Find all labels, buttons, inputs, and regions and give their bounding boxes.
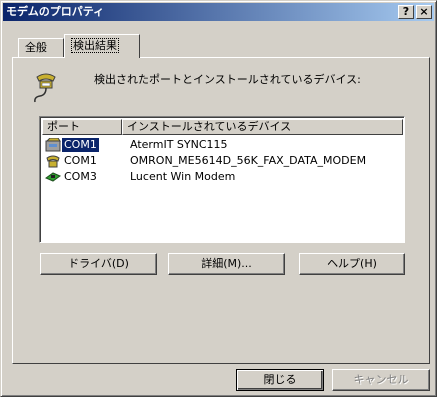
window-title: モデムのプロパティ (6, 5, 105, 18)
row-device: Lucent Win Modem (130, 170, 236, 183)
tab-detection-results[interactable]: 検出結果 (64, 34, 140, 58)
device-list[interactable]: ポート インストールされているデバイス COM1 AtermIT SYNC115… (39, 116, 405, 243)
details-button[interactable]: 詳細(M)... (168, 253, 285, 275)
close-window-button[interactable]: × (416, 5, 432, 19)
tab-general-label: 全般 (25, 41, 47, 54)
detection-heading: 検出されたポートとインストールされているデバイス: (94, 73, 361, 86)
pci-card-icon (45, 172, 61, 182)
help-button[interactable]: ? (398, 5, 414, 19)
modem-properties-dialog: モデムのプロパティ ? × 全般 検出結果 検出されたポートとインストールされて… (0, 0, 437, 397)
row-device: AtermIT SYNC115 (130, 138, 228, 151)
phone-modem-icon (34, 73, 56, 103)
tab-detection-results-label: 検出結果 (71, 38, 119, 53)
row-device: OMRON_ME5614D_56K_FAX_DATA_MODEM (130, 154, 367, 167)
row-port: COM1 (62, 138, 99, 152)
close-button[interactable]: 閉じる (236, 369, 324, 391)
phone-modem-icon (46, 155, 60, 168)
list-header: ポート インストールされているデバイス (42, 119, 403, 135)
list-item[interactable]: COM1 AtermIT SYNC115 (42, 138, 403, 153)
list-item[interactable]: COM1 OMRON_ME5614D_56K_FAX_DATA_MODEM (42, 154, 403, 169)
column-header-port[interactable]: ポート (42, 119, 122, 135)
help-dialog-button[interactable]: ヘルプ(H) (299, 253, 405, 275)
tab-general[interactable]: 全般 (18, 38, 64, 58)
phone-modem-icon (45, 138, 61, 152)
cancel-button[interactable]: キャンセル (332, 369, 430, 391)
row-port: COM1 (64, 154, 97, 167)
driver-button[interactable]: ドライバ(D) (40, 253, 157, 275)
list-item[interactable]: COM3 Lucent Win Modem (42, 170, 403, 185)
title-bar[interactable]: モデムのプロパティ ? × (3, 3, 434, 21)
row-port: COM3 (64, 170, 97, 183)
column-header-device[interactable]: インストールされているデバイス (122, 119, 403, 135)
